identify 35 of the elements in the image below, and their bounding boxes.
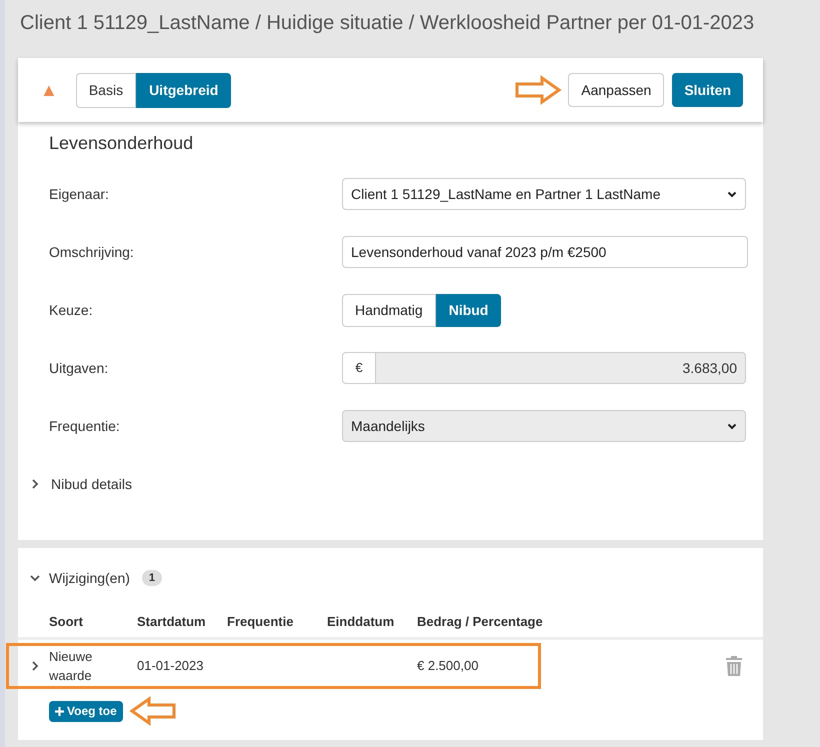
field-label: Eigenaar: — [49, 184, 110, 204]
column-header: Einddatum — [327, 612, 396, 631]
field-label: Frequentie: — [49, 416, 121, 436]
view-tab[interactable]: Uitgebreid — [136, 72, 232, 108]
column-header: Startdatum — [137, 612, 207, 631]
select-value: Maandelijks — [351, 416, 425, 436]
view-tab[interactable]: Basis — [76, 72, 136, 108]
count-badge: 1 — [142, 570, 162, 586]
column-header: Frequentie — [227, 612, 294, 631]
column-header: Soort — [49, 612, 84, 631]
edit-button[interactable]: Aanpassen — [568, 73, 664, 107]
arrow-icon — [514, 75, 562, 105]
field-label: Uitgaven: — [49, 358, 110, 378]
arrow-icon — [128, 696, 177, 726]
close-button[interactable]: Sluiten — [672, 73, 743, 107]
field-label: Keuze: — [49, 300, 94, 320]
add-button[interactable]: Voeg toe — [49, 700, 123, 722]
table-cell-text: Nieuwe waarde — [49, 648, 94, 685]
table-cell-text: 01-01-2023 — [137, 657, 204, 676]
plus-icon — [55, 706, 64, 716]
choice-toggle[interactable]: Nibud — [436, 294, 502, 326]
select-field[interactable]: Client 1 51129_LastName en Partner 1 LastName — [342, 178, 746, 210]
choice-toggle[interactable]: Handmatig — [342, 294, 436, 326]
column-header: Bedrag / Percentage — [417, 612, 544, 631]
dropdown-caret-icon — [727, 189, 737, 199]
table-cell-text: € 2.500,00 — [417, 657, 480, 676]
nibud-details-toggle[interactable]: Nibud details — [51, 474, 132, 494]
dropdown-caret-icon — [727, 421, 737, 431]
select-value: Client 1 51129_LastName en Partner 1 LastName — [351, 184, 660, 204]
currency-prefix: € — [342, 352, 376, 384]
changes-title[interactable]: Wijziging(en) — [49, 568, 130, 588]
breadcrumb-title: Client 1 51129_LastName / Huidige situatie / Werkloosheid Partner per 01-01-2023 — [19, 11, 756, 36]
field-label: Omschrijving: — [49, 242, 135, 262]
section-title: Levensonderhoud — [49, 132, 194, 155]
input-field[interactable]: Levensonderhoud vanaf 2023 p/m €2500 — [342, 236, 748, 268]
